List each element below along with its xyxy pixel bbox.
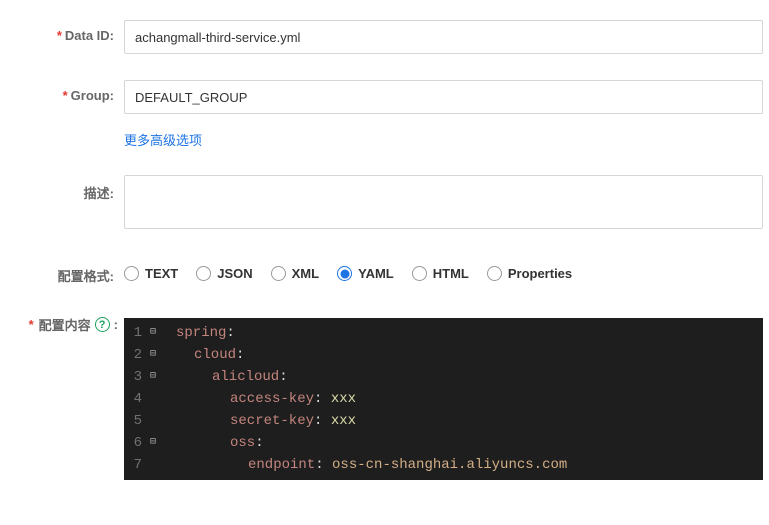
gutter-line: 3⊟	[124, 366, 164, 388]
radio-label: TEXT	[145, 266, 178, 281]
code-line: cloud:	[176, 344, 567, 366]
label-content: 配置内容	[39, 315, 91, 334]
fold-icon[interactable]: ⊟	[148, 432, 158, 454]
format-radio-xml[interactable]: XML	[271, 266, 319, 281]
radio-icon	[412, 266, 427, 281]
format-radio-yaml[interactable]: YAML	[337, 266, 394, 281]
format-radio-properties[interactable]: Properties	[487, 266, 572, 281]
format-radio-json[interactable]: JSON	[196, 266, 252, 281]
radio-label: YAML	[358, 266, 394, 281]
radio-label: HTML	[433, 266, 469, 281]
radio-icon	[337, 266, 352, 281]
label-group: Group:	[71, 88, 114, 103]
radio-icon	[271, 266, 286, 281]
format-radio-text[interactable]: TEXT	[124, 266, 178, 281]
code-line: access-key: xxx	[176, 388, 567, 410]
format-radio-html[interactable]: HTML	[412, 266, 469, 281]
radio-icon	[196, 266, 211, 281]
required-icon: *	[29, 317, 34, 332]
code-line: oss:	[176, 432, 567, 454]
data-id-input[interactable]	[124, 20, 763, 54]
gutter-line: 2⊟	[124, 344, 164, 366]
radio-icon	[487, 266, 502, 281]
radio-label: XML	[292, 266, 319, 281]
gutter-line: 5	[124, 410, 164, 432]
fold-icon[interactable]: ⊟	[148, 366, 158, 388]
code-editor[interactable]: 1⊟2⊟3⊟456⊟7 spring:cloud:alicloud:access…	[124, 318, 763, 480]
label-data-id: Data ID:	[65, 28, 114, 43]
label-format: 配置格式:	[58, 269, 114, 284]
code-line: endpoint: oss-cn-shanghai.aliyuncs.com	[176, 454, 567, 476]
code-line: secret-key: xxx	[176, 410, 567, 432]
format-radio-group: TEXT JSON XML YAML HTML Properties	[124, 258, 763, 281]
radio-icon	[124, 266, 139, 281]
gutter-line: 1⊟	[124, 322, 164, 344]
code-line: spring:	[176, 322, 567, 344]
description-input[interactable]	[124, 175, 763, 229]
required-icon: *	[63, 88, 68, 103]
radio-label: JSON	[217, 266, 252, 281]
radio-label: Properties	[508, 266, 572, 281]
code-line: alicloud:	[176, 366, 567, 388]
	[148, 410, 158, 432]
group-input[interactable]	[124, 80, 763, 114]
advanced-options-link[interactable]: 更多高级选项	[124, 128, 202, 149]
gutter-line: 6⊟	[124, 432, 164, 454]
help-icon[interactable]: ?	[95, 317, 110, 332]
gutter-line: 7	[124, 454, 164, 476]
label-description: 描述:	[84, 186, 114, 201]
gutter-line: 4	[124, 388, 164, 410]
	[148, 454, 158, 476]
	[148, 388, 158, 410]
fold-icon[interactable]: ⊟	[148, 322, 158, 344]
required-icon: *	[57, 28, 62, 43]
fold-icon[interactable]: ⊟	[148, 344, 158, 366]
